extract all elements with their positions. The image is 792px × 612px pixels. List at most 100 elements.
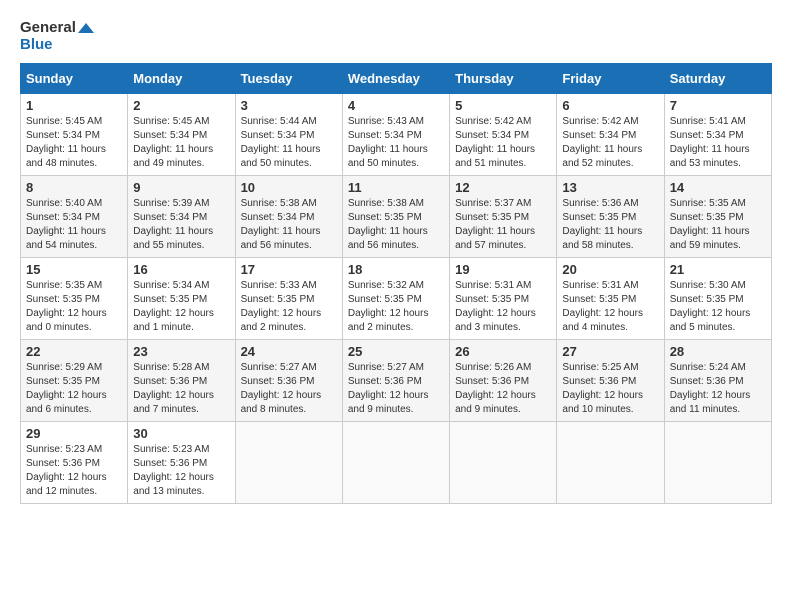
day-cell-21: 21Sunrise: 5:30 AMSunset: 5:35 PMDayligh… <box>664 258 771 340</box>
day-info: Sunrise: 5:40 AMSunset: 5:34 PMDaylight:… <box>26 197 122 253</box>
day-cell-3: 3Sunrise: 5:44 AMSunset: 5:34 PMDaylight… <box>235 94 342 176</box>
day-number: 14 <box>670 180 766 195</box>
weekday-header-tuesday: Tuesday <box>235 64 342 94</box>
day-cell-14: 14Sunrise: 5:35 AMSunset: 5:35 PMDayligh… <box>664 176 771 258</box>
logo-text: General Blue <box>20 20 94 53</box>
day-number: 1 <box>26 98 122 113</box>
day-number: 18 <box>348 262 444 277</box>
day-cell-22: 22 Sunrise: 5:29 AMSunset: 5:35 PMDayligh… <box>21 340 128 422</box>
day-number: 2 <box>133 98 229 113</box>
day-info: Sunrise: 5:44 AMSunset: 5:34 PMDaylight:… <box>241 115 337 171</box>
day-info: Sunrise: 5:31 AMSunset: 5:35 PMDaylight:… <box>562 279 658 335</box>
day-number: 28 <box>670 344 766 359</box>
weekday-header-wednesday: Wednesday <box>342 64 449 94</box>
day-number: 8 <box>26 180 122 195</box>
calendar-week-1: 1 Sunrise: 5:45 AMSunset: 5:34 PMDaylight… <box>21 94 772 176</box>
day-number: 16 <box>133 262 229 277</box>
day-info: Sunrise: 5:36 AMSunset: 5:35 PMDaylight:… <box>562 197 658 253</box>
header-row: SundayMondayTuesdayWednesdayThursdayFrid… <box>21 64 772 94</box>
logo: General Blue <box>20 20 94 53</box>
day-info: Sunrise: 5:31 AMSunset: 5:35 PMDaylight:… <box>455 279 551 335</box>
day-number: 19 <box>455 262 551 277</box>
day-cell-6: 6Sunrise: 5:42 AMSunset: 5:34 PMDaylight… <box>557 94 664 176</box>
day-number: 22 <box>26 344 122 359</box>
day-number: 7 <box>670 98 766 113</box>
day-number: 27 <box>562 344 658 359</box>
day-number: 5 <box>455 98 551 113</box>
weekday-header-sunday: Sunday <box>21 64 128 94</box>
day-cell-17: 17 Sunrise: 5:33 AMSunset: 5:35 PMDayligh… <box>235 258 342 340</box>
day-cell-18: 18 Sunrise: 5:32 AMSunset: 5:35 PMDayligh… <box>342 258 449 340</box>
day-info: Sunrise: 5:23 AMSunset: 5:36 PMDaylight:… <box>133 443 229 499</box>
day-info: Sunrise: 5:35 AMSunset: 5:35 PMDaylight:… <box>26 279 122 335</box>
day-info: Sunrise: 5:41 AMSunset: 5:34 PMDaylight:… <box>670 115 766 171</box>
calendar-week-2: 8 Sunrise: 5:40 AMSunset: 5:34 PMDaylight… <box>21 176 772 258</box>
day-cell-2: 2 Sunrise: 5:45 AMSunset: 5:34 PMDaylight… <box>128 94 235 176</box>
day-cell-26: 26Sunrise: 5:26 AMSunset: 5:36 PMDayligh… <box>450 340 557 422</box>
calendar-body: 1 Sunrise: 5:45 AMSunset: 5:34 PMDaylight… <box>21 94 772 504</box>
day-cell-12: 12 Sunrise: 5:37 AMSunset: 5:35 PMDayligh… <box>450 176 557 258</box>
day-cell-25: 25 Sunrise: 5:27 AMSunset: 5:36 PMDayligh… <box>342 340 449 422</box>
calendar-table: SundayMondayTuesdayWednesdayThursdayFrid… <box>20 63 772 504</box>
day-number: 21 <box>670 262 766 277</box>
day-info: Sunrise: 5:37 AMSunset: 5:35 PMDaylight:… <box>455 197 551 253</box>
day-number: 23 <box>133 344 229 359</box>
day-cell-23: 23 Sunrise: 5:28 AMSunset: 5:36 PMDayligh… <box>128 340 235 422</box>
day-number: 29 <box>26 426 122 441</box>
page-header: General Blue <box>20 20 772 53</box>
day-info: Sunrise: 5:28 AMSunset: 5:36 PMDaylight:… <box>133 361 229 417</box>
day-info: Sunrise: 5:34 AMSunset: 5:35 PMDaylight:… <box>133 279 229 335</box>
day-info: Sunrise: 5:33 AMSunset: 5:35 PMDaylight:… <box>241 279 337 335</box>
day-cell-4: 4 Sunrise: 5:43 AMSunset: 5:34 PMDaylight… <box>342 94 449 176</box>
day-cell-19: 19 Sunrise: 5:31 AMSunset: 5:35 PMDayligh… <box>450 258 557 340</box>
weekday-header-thursday: Thursday <box>450 64 557 94</box>
day-info: Sunrise: 5:23 AMSunset: 5:36 PMDaylight:… <box>26 443 122 499</box>
day-cell-1: 1 Sunrise: 5:45 AMSunset: 5:34 PMDaylight… <box>21 94 128 176</box>
day-number: 20 <box>562 262 658 277</box>
day-number: 4 <box>348 98 444 113</box>
empty-cell <box>557 422 664 504</box>
day-info: Sunrise: 5:27 AMSunset: 5:36 PMDaylight:… <box>241 361 337 417</box>
weekday-header-monday: Monday <box>128 64 235 94</box>
weekday-header-friday: Friday <box>557 64 664 94</box>
day-cell-29: 29 Sunrise: 5:23 AMSunset: 5:36 PMDayligh… <box>21 422 128 504</box>
day-number: 13 <box>562 180 658 195</box>
calendar-header: SundayMondayTuesdayWednesdayThursdayFrid… <box>21 64 772 94</box>
day-number: 17 <box>241 262 337 277</box>
day-info: Sunrise: 5:32 AMSunset: 5:35 PMDaylight:… <box>348 279 444 335</box>
calendar-week-4: 22 Sunrise: 5:29 AMSunset: 5:35 PMDayligh… <box>21 340 772 422</box>
day-number: 9 <box>133 180 229 195</box>
day-info: Sunrise: 5:26 AMSunset: 5:36 PMDaylight:… <box>455 361 551 417</box>
calendar-week-3: 15 Sunrise: 5:35 AMSunset: 5:35 PMDayligh… <box>21 258 772 340</box>
day-info: Sunrise: 5:27 AMSunset: 5:36 PMDaylight:… <box>348 361 444 417</box>
day-info: Sunrise: 5:25 AMSunset: 5:36 PMDaylight:… <box>562 361 658 417</box>
day-info: Sunrise: 5:39 AMSunset: 5:34 PMDaylight:… <box>133 197 229 253</box>
day-cell-5: 5 Sunrise: 5:42 AMSunset: 5:34 PMDaylight… <box>450 94 557 176</box>
calendar-week-5: 29 Sunrise: 5:23 AMSunset: 5:36 PMDayligh… <box>21 422 772 504</box>
day-info: Sunrise: 5:45 AMSunset: 5:34 PMDaylight:… <box>26 115 122 171</box>
day-cell-27: 27 Sunrise: 5:25 AMSunset: 5:36 PMDayligh… <box>557 340 664 422</box>
day-info: Sunrise: 5:42 AMSunset: 5:34 PMDaylight:… <box>562 115 658 171</box>
day-cell-8: 8 Sunrise: 5:40 AMSunset: 5:34 PMDaylight… <box>21 176 128 258</box>
day-number: 24 <box>241 344 337 359</box>
day-info: Sunrise: 5:29 AMSunset: 5:35 PMDaylight:… <box>26 361 122 417</box>
day-info: Sunrise: 5:42 AMSunset: 5:34 PMDaylight:… <box>455 115 551 171</box>
day-info: Sunrise: 5:45 AMSunset: 5:34 PMDaylight:… <box>133 115 229 171</box>
day-cell-24: 24 Sunrise: 5:27 AMSunset: 5:36 PMDayligh… <box>235 340 342 422</box>
day-cell-28: 28 Sunrise: 5:24 AMSunset: 5:36 PMDayligh… <box>664 340 771 422</box>
day-number: 11 <box>348 180 444 195</box>
day-cell-10: 10Sunrise: 5:38 AMSunset: 5:34 PMDayligh… <box>235 176 342 258</box>
day-number: 12 <box>455 180 551 195</box>
day-number: 15 <box>26 262 122 277</box>
day-info: Sunrise: 5:43 AMSunset: 5:34 PMDaylight:… <box>348 115 444 171</box>
day-number: 30 <box>133 426 229 441</box>
day-cell-30: 30 Sunrise: 5:23 AMSunset: 5:36 PMDayligh… <box>128 422 235 504</box>
empty-cell <box>235 422 342 504</box>
day-info: Sunrise: 5:24 AMSunset: 5:36 PMDaylight:… <box>670 361 766 417</box>
empty-cell <box>450 422 557 504</box>
day-cell-7: 7 Sunrise: 5:41 AMSunset: 5:34 PMDaylight… <box>664 94 771 176</box>
day-info: Sunrise: 5:38 AMSunset: 5:34 PMDaylight:… <box>241 197 337 253</box>
day-cell-20: 20 Sunrise: 5:31 AMSunset: 5:35 PMDayligh… <box>557 258 664 340</box>
day-number: 25 <box>348 344 444 359</box>
day-cell-11: 11Sunrise: 5:38 AMSunset: 5:35 PMDayligh… <box>342 176 449 258</box>
